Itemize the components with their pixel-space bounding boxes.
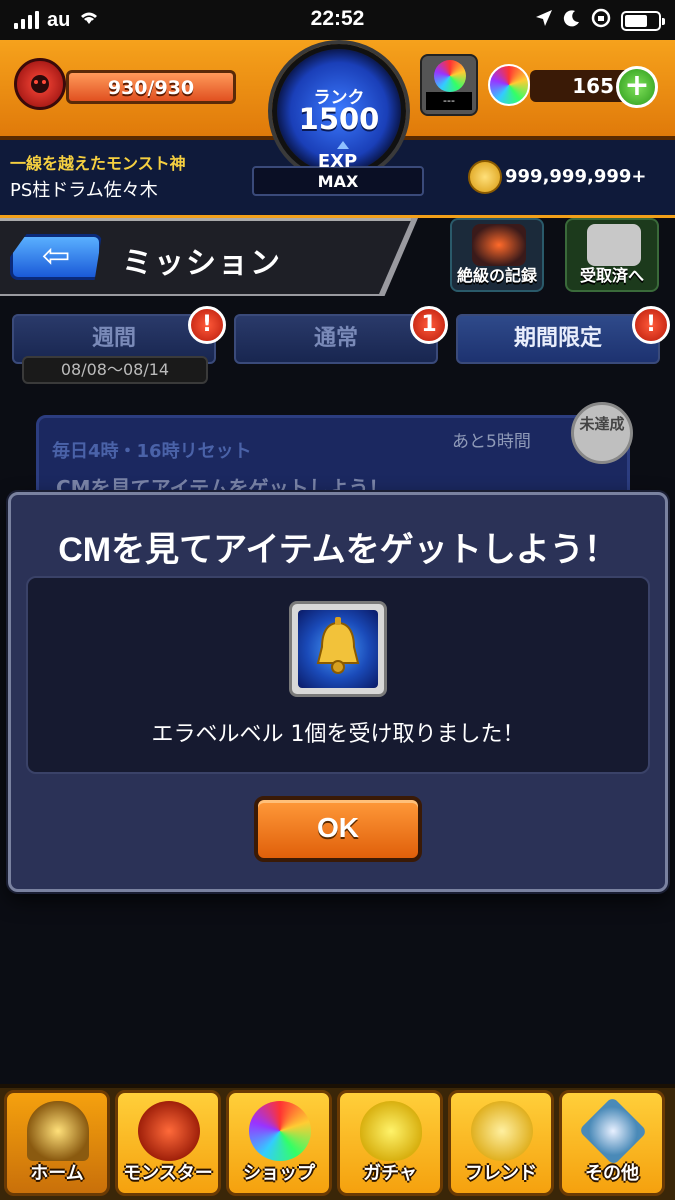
- nav-label: フレンド: [465, 1163, 537, 1184]
- rank-value: 1500: [298, 102, 380, 136]
- moon-icon: [563, 9, 581, 33]
- egg-icon: [360, 1101, 422, 1161]
- mission-reset-label: 毎日4時・16時リセット: [52, 441, 252, 462]
- nav-label: その他: [585, 1163, 639, 1184]
- received-button[interactable]: 受取済へ: [565, 218, 659, 292]
- tab-label: 期間限定: [513, 326, 602, 351]
- nav-label: ガチャ: [363, 1163, 417, 1184]
- record-button[interactable]: 絶級の記録: [450, 218, 544, 292]
- status-bar: au 22:52: [0, 0, 675, 40]
- luck-value: ---: [426, 92, 472, 110]
- nav-label: ホーム: [30, 1163, 84, 1184]
- back-button[interactable]: ⇦: [10, 234, 102, 280]
- book-icon: [587, 224, 641, 266]
- dialog-message: エラベルベル 1個を受け取りました！: [151, 722, 525, 747]
- friends-icon: [471, 1101, 533, 1161]
- dialog-title: CMを見てアイテムをゲットしよう！: [58, 531, 618, 569]
- tab-label: 通常: [313, 326, 358, 351]
- page-title: ミッション: [122, 246, 282, 281]
- orb-icon: [488, 64, 530, 106]
- nav-shop[interactable]: ショップ: [226, 1090, 332, 1196]
- nav-home[interactable]: ホーム: [4, 1090, 110, 1196]
- tab-normal-badge: 1: [410, 306, 448, 344]
- stamina-icon: [14, 58, 66, 110]
- monster-icon: [138, 1101, 200, 1161]
- tab-limited-badge: !: [632, 306, 670, 344]
- back-arrow-icon: ⇦: [41, 236, 71, 276]
- orb-counter: 165: [530, 70, 630, 102]
- add-orbs-button[interactable]: +: [616, 66, 658, 108]
- orb-value: 165: [572, 74, 614, 98]
- stamina-bar: 930/930: [66, 70, 236, 104]
- rotation-lock-icon: [591, 8, 611, 34]
- player-title: 一線を越えたモンスト神: [10, 154, 186, 173]
- nav-friend[interactable]: フレンド: [448, 1090, 554, 1196]
- mission-status-label: 未達成: [579, 415, 625, 433]
- tab-weekly-badge: !: [188, 306, 226, 344]
- orb-shop-icon: [249, 1101, 311, 1161]
- mission-remaining: あと5時間: [452, 432, 531, 452]
- record-button-label: 絶級の記録: [456, 266, 537, 285]
- mission-status-badge: 未達成: [571, 402, 633, 464]
- ok-button[interactable]: OK: [254, 796, 422, 862]
- nav-label: ショップ: [243, 1163, 315, 1184]
- nav-gacha[interactable]: ガチャ: [337, 1090, 443, 1196]
- exp-value: MAX: [317, 172, 359, 191]
- location-icon: [535, 9, 553, 33]
- player-name: PS柱ドラム佐々木: [10, 180, 158, 201]
- nav-label: モンスター: [123, 1163, 213, 1184]
- nav-monster[interactable]: モンスター: [115, 1090, 221, 1196]
- received-button-label: 受取済へ: [579, 266, 644, 285]
- other-menu-icon: [578, 1096, 648, 1166]
- date-range: 08/08〜08/14: [22, 356, 208, 384]
- coin-value: 999,999,999+: [505, 166, 647, 187]
- bell-item-icon: [289, 601, 387, 697]
- nav-other[interactable]: その他: [559, 1090, 665, 1196]
- tab-label: 週間: [91, 326, 136, 351]
- record-icon: [472, 224, 526, 266]
- home-icon: [27, 1101, 89, 1161]
- tab-normal[interactable]: 通常: [234, 314, 438, 364]
- coin-icon: [468, 160, 502, 194]
- tab-limited[interactable]: 期間限定: [456, 314, 660, 364]
- luck-orb-icon[interactable]: ---: [420, 54, 478, 116]
- battery-icon: [621, 11, 665, 31]
- rank-arrow-icon: [337, 141, 349, 149]
- stamina-value: 930/930: [107, 77, 195, 99]
